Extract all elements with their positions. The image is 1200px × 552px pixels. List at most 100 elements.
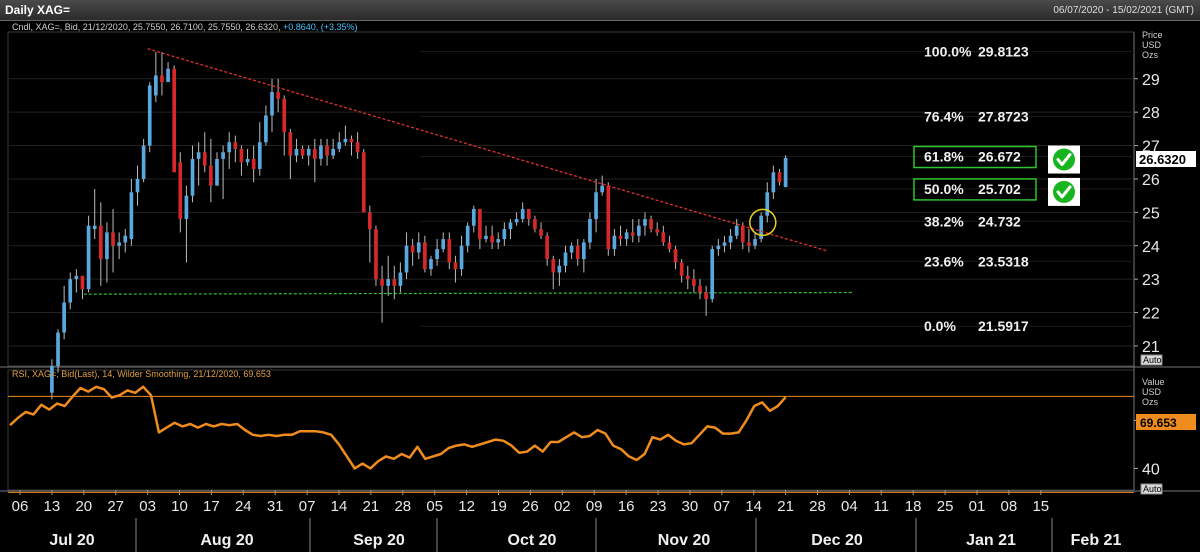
chart-title: Daily XAG= <box>5 3 71 17</box>
candle <box>404 232 409 280</box>
candle <box>692 269 696 293</box>
candle-body <box>588 219 592 243</box>
x-tick-label: 26 <box>522 498 539 515</box>
candle <box>685 265 690 290</box>
candle-body <box>551 259 556 273</box>
month-label: Jan 21 <box>966 532 1016 549</box>
candle-body <box>398 272 403 286</box>
candle <box>459 235 464 276</box>
rsi-tick-label: 40 <box>1142 461 1160 478</box>
price-tick-label: 24 <box>1142 239 1160 256</box>
fib-percent: 50.0% <box>924 181 964 197</box>
month-label: Dec 20 <box>811 532 863 549</box>
fib-value: 27.8723 <box>978 108 1029 124</box>
candle-body <box>447 239 452 263</box>
candle <box>221 145 225 199</box>
candle <box>606 182 611 256</box>
candle-body <box>416 242 421 253</box>
candle-body <box>288 132 293 156</box>
x-tick-label: 01 <box>969 498 986 515</box>
x-tick-label: 31 <box>267 498 284 515</box>
candle <box>105 222 109 283</box>
svg-text:Auto: Auto <box>1143 355 1162 365</box>
candle-body <box>478 209 482 240</box>
x-tick-label: 25 <box>937 498 954 515</box>
candle-body <box>600 185 605 193</box>
candle <box>257 122 262 176</box>
candle-body <box>227 142 232 153</box>
x-tick-label: 18 <box>905 498 922 515</box>
candle <box>759 212 763 243</box>
candle-body <box>233 142 238 149</box>
chart-canvas[interactable]: 100.0% 29.812376.4% 27.872361.8% 26.67250.0… <box>0 20 1200 552</box>
candle <box>86 215 91 293</box>
candle-body <box>441 239 446 250</box>
candle <box>594 178 598 233</box>
candle-body <box>490 235 494 243</box>
candle-body <box>135 178 140 193</box>
candle <box>62 285 66 340</box>
price-auto-button[interactable]: Auto <box>1140 354 1163 366</box>
candle <box>747 229 751 253</box>
candle-body <box>618 235 623 240</box>
x-tick-label: 04 <box>841 498 858 515</box>
candle <box>398 262 403 293</box>
x-tick-label: 16 <box>618 498 635 515</box>
x-tick-label: 03 <box>139 498 156 515</box>
candle-body <box>581 242 586 260</box>
candle-body <box>178 162 183 220</box>
candle-body <box>471 209 476 226</box>
rsi-axis-header: Value USD Ozs <box>1142 377 1164 407</box>
candle-body <box>771 172 776 193</box>
candle <box>514 212 519 226</box>
candle <box>423 235 427 273</box>
candle-body <box>245 158 250 163</box>
candle <box>734 219 739 240</box>
candle-body <box>312 148 317 159</box>
month-label: Aug 20 <box>200 532 253 549</box>
candle-body <box>643 219 647 226</box>
candle <box>178 152 183 233</box>
candle-body <box>325 145 329 156</box>
candle <box>166 62 170 83</box>
month-label: Sep 20 <box>353 532 405 549</box>
candle <box>471 205 476 233</box>
candle <box>74 269 79 293</box>
candle-body <box>80 275 85 290</box>
candle-body <box>661 232 666 243</box>
rsi-panel-frame <box>7 369 1135 491</box>
candle-body <box>196 152 201 159</box>
candle <box>264 105 268 146</box>
candle-body <box>98 225 103 260</box>
candle <box>441 232 446 253</box>
svg-text:Value: Value <box>1142 377 1164 387</box>
fib-level: 50.0% 25.702 <box>913 177 1080 206</box>
candle-body <box>331 148 335 156</box>
candle <box>563 245 568 273</box>
candle <box>526 209 531 226</box>
x-tick-label: 17 <box>203 498 220 515</box>
candle-body <box>655 229 660 233</box>
candle <box>429 255 433 276</box>
svg-text:USD: USD <box>1142 40 1162 50</box>
candle-body <box>147 85 152 146</box>
rsi-info: RSI, XAG=, Bid(Last), 14, Wilder Smoothi… <box>12 369 271 379</box>
candle-body <box>361 152 366 213</box>
candle <box>649 215 653 233</box>
candle <box>655 222 660 236</box>
rsi-auto-button[interactable]: Auto <box>1140 483 1163 495</box>
candle <box>276 78 280 113</box>
candle <box>465 222 470 253</box>
candle-body <box>190 158 195 196</box>
candle <box>337 132 342 153</box>
candle <box>374 225 378 286</box>
candle <box>215 152 219 186</box>
candle <box>386 255 391 296</box>
candle <box>545 232 549 266</box>
svg-text:Price: Price <box>1142 30 1163 40</box>
price-axis-header: Price USD Ozs <box>1142 30 1163 60</box>
fib-value: 25.702 <box>978 181 1021 197</box>
candle <box>783 155 788 188</box>
candle-body <box>270 92 274 116</box>
candle <box>478 209 482 250</box>
